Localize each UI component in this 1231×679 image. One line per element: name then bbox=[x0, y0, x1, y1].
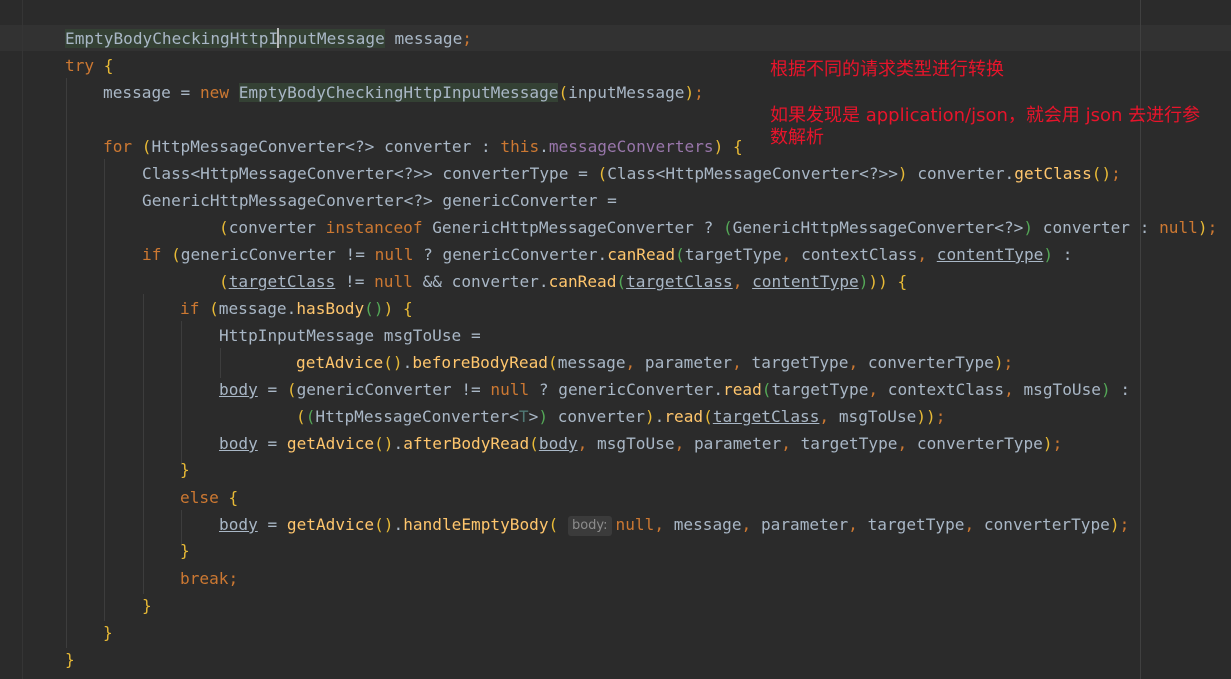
code-line[interactable]: } bbox=[180, 456, 190, 483]
right-margin-guide bbox=[1140, 0, 1141, 679]
code-line[interactable]: } bbox=[65, 646, 75, 673]
code-line[interactable]: if (message.hasBody()) { bbox=[180, 295, 413, 322]
code-editor[interactable]: EmptyBodyCheckingHttpInputMessage messag… bbox=[0, 0, 1231, 679]
code-line[interactable]: (converter instanceof GenericHttpMessage… bbox=[219, 214, 1217, 241]
code-line[interactable]: } bbox=[142, 592, 152, 619]
code-line[interactable]: ((HttpMessageConverter<T>) converter).re… bbox=[296, 403, 945, 430]
highlighted-identifier: EmptyBodyCheckingHttpInputMessage bbox=[65, 28, 385, 48]
gutter-divider bbox=[22, 0, 23, 679]
code-line[interactable]: HttpInputMessage msgToUse = bbox=[219, 322, 481, 349]
code-line[interactable]: } bbox=[103, 619, 113, 646]
code-line[interactable]: else { bbox=[180, 484, 238, 511]
indent-guide bbox=[220, 348, 221, 378]
code-line[interactable]: GenericHttpMessageConverter<?> genericCo… bbox=[142, 187, 617, 214]
text-caret bbox=[277, 28, 280, 48]
code-line[interactable]: (targetClass != null && converter.canRea… bbox=[219, 268, 907, 295]
code-line[interactable]: for (HttpMessageConverter<?> converter :… bbox=[103, 133, 743, 160]
code-line[interactable]: if (genericConverter != null ? genericCo… bbox=[142, 241, 1072, 268]
code-line[interactable]: try { bbox=[65, 52, 113, 79]
code-line[interactable]: EmptyBodyCheckingHttpInputMessage messag… bbox=[65, 25, 472, 52]
code-line[interactable]: body = (genericConverter != null ? gener… bbox=[219, 376, 1130, 403]
annotation-title: 根据不同的请求类型进行转换 bbox=[770, 59, 1004, 80]
indent-guide bbox=[104, 159, 105, 621]
code-line[interactable]: message = new EmptyBodyCheckingHttpInput… bbox=[103, 79, 704, 106]
code-line[interactable]: body = getAdvice().handleEmptyBody( body… bbox=[219, 511, 1129, 538]
parameter-hint: body: bbox=[567, 516, 612, 536]
code-line[interactable]: break; bbox=[180, 565, 238, 592]
code-line[interactable]: body = getAdvice().afterBodyRead(body, m… bbox=[219, 430, 1062, 457]
code-line[interactable]: getAdvice().beforeBodyRead(message, para… bbox=[296, 349, 1013, 376]
indent-guide bbox=[143, 294, 144, 594]
indent-guide bbox=[66, 78, 67, 648]
indent-guide bbox=[181, 321, 182, 465]
annotation-note: 如果发现是 application/json，就会用 json 去进行参数解析 bbox=[770, 105, 1201, 148]
code-line[interactable]: Class<HttpMessageConverter<?>> converter… bbox=[142, 160, 1121, 187]
code-line[interactable]: } bbox=[180, 537, 190, 564]
